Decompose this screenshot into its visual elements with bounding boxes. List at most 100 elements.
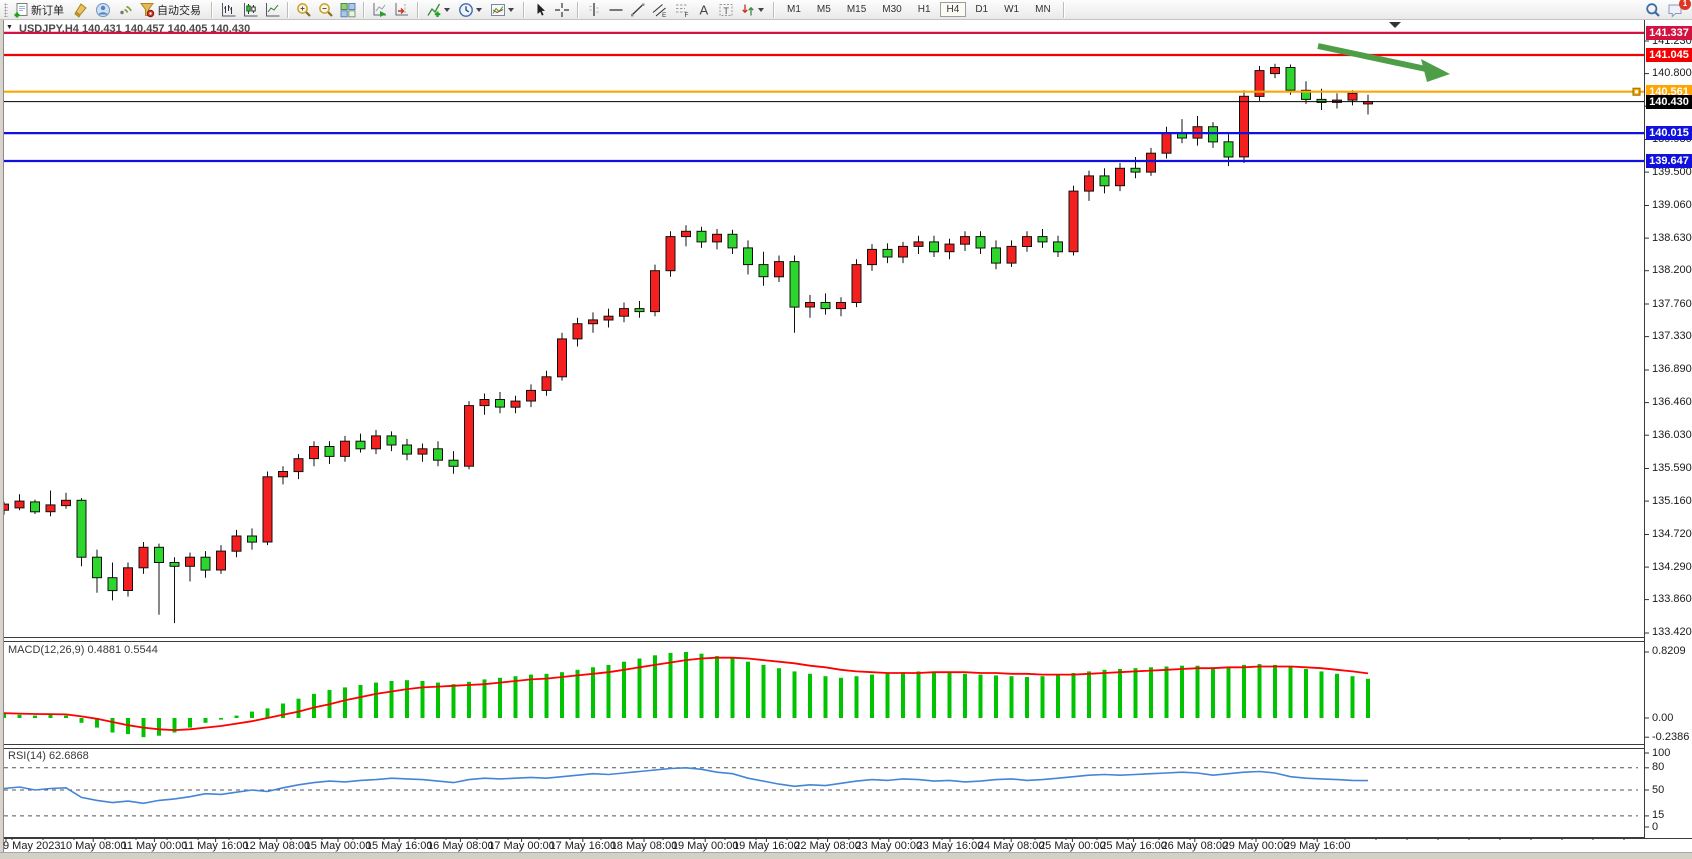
new-order-button[interactable]: 新订单 — [10, 1, 70, 19]
macd-scale-label: -0.2386 — [1652, 731, 1689, 743]
chevron-down-icon[interactable] — [476, 8, 482, 12]
time-axis-label: 10 May 08:00 — [60, 840, 127, 852]
rsi-scale-label: 100 — [1652, 747, 1670, 759]
macd-scale-label: 0.00 — [1652, 712, 1673, 724]
chevron-down-icon[interactable] — [508, 8, 514, 12]
price-tick-label: 137.330 — [1652, 330, 1692, 342]
chart-shift-icon — [394, 2, 410, 18]
price-level-badge: 140.430 — [1646, 95, 1692, 109]
svg-text:F: F — [685, 12, 689, 18]
price-level-badge: 140.015 — [1646, 126, 1692, 140]
time-axis-label: 25 May 16:00 — [1100, 840, 1167, 852]
price-tick-label: 135.160 — [1652, 495, 1692, 507]
crosshair-button[interactable] — [551, 1, 573, 19]
timeframe-M1-button[interactable]: M1 — [780, 2, 808, 17]
horizontal-line-button[interactable] — [605, 1, 627, 19]
toolbar-group-insert — [423, 1, 519, 19]
price-axis: 141.230140.800140.370139.930139.500139.0… — [0, 20, 1692, 859]
svg-text:A: A — [700, 2, 709, 17]
time-axis-label: 23 May 16:00 — [917, 840, 984, 852]
search-button[interactable] — [1642, 1, 1664, 19]
time-axis-label: 22 May 08:00 — [794, 840, 861, 852]
candlestick-chart-button[interactable] — [239, 1, 261, 19]
toolbar-group-scroll — [369, 1, 413, 19]
timeframe-D1-button[interactable]: D1 — [968, 2, 995, 17]
time-axis-label: 29 May 16:00 — [1284, 840, 1351, 852]
trendline-button[interactable] — [627, 1, 649, 19]
toolbar-group-chart-type — [217, 1, 283, 19]
horizontal-line-icon — [608, 2, 624, 18]
toolbar-right: 1 — [1642, 1, 1686, 19]
notifications-button[interactable]: 1 — [1664, 1, 1686, 19]
crosshair-icon — [554, 2, 570, 18]
timeframe-M30-button[interactable]: M30 — [875, 2, 908, 17]
price-level-badge: 139.647 — [1646, 154, 1692, 168]
equidistant-channel-button[interactable]: E — [649, 1, 671, 19]
templates-button[interactable] — [487, 1, 519, 19]
price-tick-label: 139.060 — [1652, 199, 1692, 211]
zoom-in-icon — [296, 2, 312, 18]
profile-button[interactable] — [92, 1, 114, 19]
time-axis-label: 15 May 16:00 — [366, 840, 433, 852]
periods-button[interactable] — [455, 1, 487, 19]
time-axis-label: 19 May 00:00 — [672, 840, 739, 852]
fibonacci-button[interactable]: F — [671, 1, 693, 19]
zoom-out-button[interactable] — [315, 1, 337, 19]
line-chart-button[interactable] — [261, 1, 283, 19]
new-order-icon — [13, 2, 29, 18]
timeframe-M5-button[interactable]: M5 — [810, 2, 838, 17]
price-tick-label: 136.460 — [1652, 396, 1692, 408]
toolbar-separator — [287, 2, 289, 18]
rsi-scale-label: 50 — [1652, 784, 1664, 796]
time-axis-label: 23 May 00:00 — [855, 840, 922, 852]
search-icon — [1645, 2, 1661, 18]
arrows-button[interactable] — [737, 1, 769, 19]
chart-shift-button[interactable] — [391, 1, 413, 19]
timeframe-W1-button[interactable]: W1 — [997, 2, 1026, 17]
toolbar-group-timeframes: M1M5M15M30H1H4D1W1MN — [779, 2, 1059, 17]
signals-button[interactable] — [114, 1, 136, 19]
time-axis-label: 12 May 08:00 — [243, 840, 310, 852]
auto-scroll-button[interactable] — [369, 1, 391, 19]
zoom-in-button[interactable] — [293, 1, 315, 19]
text-label-button[interactable]: T — [715, 1, 737, 19]
time-axis-label: 11 May 00:00 — [121, 840, 187, 852]
time-axis-label: 26 May 08:00 — [1161, 840, 1228, 852]
toolbar-separator — [523, 2, 525, 18]
svg-text:T: T — [723, 5, 729, 16]
text-button[interactable]: A — [693, 1, 715, 19]
chart-area[interactable]: ▼ USDJPY,H4 140.431 140.457 140.405 140.… — [0, 20, 1692, 852]
styler-button[interactable] — [70, 1, 92, 19]
rsi-scale-label: 80 — [1652, 761, 1664, 773]
indicators-icon — [426, 2, 442, 18]
timeframe-H1-button[interactable]: H1 — [911, 2, 938, 17]
toolbar-group-zoom — [293, 1, 359, 19]
chevron-down-icon[interactable] — [758, 8, 764, 12]
timeframe-MN-button[interactable]: MN — [1028, 2, 1058, 17]
toolbar-separator — [211, 2, 213, 18]
timeframe-M15-button[interactable]: M15 — [840, 2, 873, 17]
timeframe-H4-button[interactable]: H4 — [940, 2, 967, 17]
price-tick-label: 136.030 — [1652, 429, 1692, 441]
indicators-button[interactable] — [423, 1, 455, 19]
toolbar-drag-handle[interactable] — [4, 3, 8, 17]
cursor-button[interactable] — [529, 1, 551, 19]
chevron-down-icon[interactable] — [444, 8, 450, 12]
price-tick-label: 134.720 — [1652, 528, 1692, 540]
bar-chart-button[interactable] — [217, 1, 239, 19]
vertical-line-button[interactable] — [583, 1, 605, 19]
trendline-icon — [630, 2, 646, 18]
svg-text:E: E — [662, 12, 667, 18]
tile-windows-button[interactable] — [337, 1, 359, 19]
template-icon — [490, 2, 506, 18]
price-tick-label: 137.760 — [1652, 298, 1692, 310]
toolbar-separator — [577, 2, 579, 18]
price-tick-label: 138.200 — [1652, 264, 1692, 276]
auto-trading-button[interactable]: 自动交易 — [136, 1, 207, 19]
price-level-badge: 141.337 — [1646, 26, 1692, 40]
candlestick-icon — [242, 2, 258, 18]
time-axis-label: 24 May 08:00 — [978, 840, 1045, 852]
time-axis-label: 17 May 00:00 — [488, 840, 555, 852]
time-axis-label: 29 May 00:00 — [1223, 840, 1290, 852]
time-axis-label: 17 May 16:00 — [549, 840, 616, 852]
